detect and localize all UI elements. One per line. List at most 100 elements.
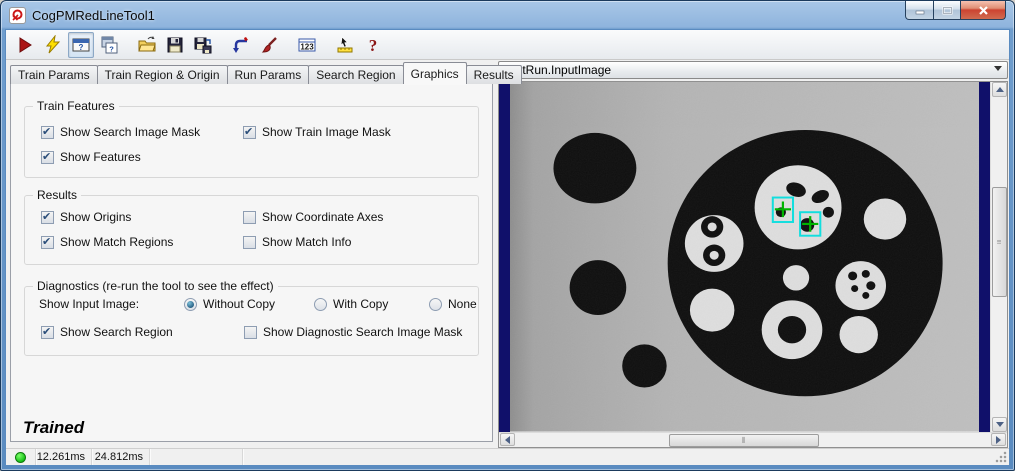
groupbox-title: Train Features	[33, 99, 119, 113]
checkbox-label: Show Coordinate Axes	[262, 210, 383, 224]
tab-results[interactable]: Results	[466, 65, 522, 84]
radio-none[interactable]: None	[429, 297, 477, 311]
checkbox-show-diagnostic-search-image-mask[interactable]: Show Diagnostic Search Image Mask	[244, 325, 478, 339]
status-green-dot-icon	[15, 452, 26, 463]
edit-script-button[interactable]	[256, 32, 282, 58]
run-button[interactable]	[12, 32, 38, 58]
vertical-scroll-thumb[interactable]: ≡	[992, 187, 1007, 297]
radio-circle	[429, 298, 442, 311]
checkbox-box	[41, 236, 54, 249]
checkbox-show-search-region[interactable]: Show Search Region	[41, 325, 244, 339]
record-select-dropdown[interactable]: LastRun.InputImage	[498, 61, 1008, 79]
run-time-panel: 12.261ms	[36, 449, 92, 465]
trained-status-text: Trained	[23, 418, 84, 438]
train-features-groupbox: Train Features Show Search Image Mask Sh…	[24, 106, 479, 178]
svg-text:?: ?	[109, 44, 114, 53]
radio-circle	[184, 298, 197, 311]
checkbox-box	[41, 126, 54, 139]
checkbox-label: Show Train Image Mask	[262, 125, 391, 139]
diagnostics-groupbox: Diagnostics (re-run the tool to see the …	[24, 286, 479, 356]
radio-label: With Copy	[333, 297, 388, 311]
reset-button[interactable]	[228, 32, 254, 58]
radio-without-copy[interactable]: Without Copy	[184, 297, 314, 311]
float-window-button[interactable]: ?	[68, 32, 94, 58]
show-input-image-label: Show Input Image:	[39, 297, 184, 311]
close-button[interactable]	[961, 1, 1006, 20]
show-values-button[interactable]: 123	[294, 32, 320, 58]
pointer-measure-button[interactable]	[332, 32, 358, 58]
checkbox-show-search-image-mask[interactable]: Show Search Image Mask	[41, 125, 243, 139]
float-window-icon: ?	[71, 35, 91, 55]
scroll-left-button[interactable]	[500, 433, 515, 446]
title-bar[interactable]: CogPMRedLineTool1	[1, 1, 1014, 29]
params-panel: Train Params Train Region & Origin Run P…	[6, 60, 497, 448]
tab-run-params[interactable]: Run Params	[227, 65, 310, 84]
pointer-measure-icon	[335, 35, 355, 55]
total-time-panel: 24.812ms	[92, 449, 150, 465]
horizontal-scrollbar[interactable]: ⦀	[499, 432, 1007, 447]
status-spacer-panel	[150, 449, 243, 465]
groupbox-title: Diagnostics (re-run the tool to see the …	[33, 279, 278, 293]
scroll-right-button[interactable]	[991, 433, 1006, 446]
maximize-button[interactable]	[934, 1, 961, 20]
input-image-view[interactable]	[510, 82, 979, 432]
radio-label: Without Copy	[203, 297, 275, 311]
checkbox-show-origins[interactable]: Show Origins	[41, 210, 243, 224]
tab-train-region-origin[interactable]: Train Region & Origin	[97, 65, 228, 84]
app-window: CogPMRedLineTool1	[0, 0, 1015, 471]
save-icon	[165, 35, 185, 55]
run-once-button[interactable]	[40, 32, 66, 58]
svg-text:?: ?	[79, 43, 84, 52]
tab-search-region[interactable]: Search Region	[308, 65, 403, 84]
input-image	[510, 82, 979, 432]
checkbox-show-match-info[interactable]: Show Match Info	[243, 235, 478, 249]
graphics-tab-page: Train Features Show Search Image Mask Sh…	[10, 83, 493, 442]
checkbox-show-coordinate-axes[interactable]: Show Coordinate Axes	[243, 210, 478, 224]
status-indicator-panel	[6, 449, 36, 465]
edit-script-icon	[259, 35, 279, 55]
vertical-scrollbar[interactable]: ≡	[990, 82, 1007, 432]
checkbox-box	[243, 236, 256, 249]
checkbox-label: Show Origins	[60, 210, 131, 224]
scroll-down-button[interactable]	[992, 417, 1007, 432]
checkbox-label: Show Search Image Mask	[60, 125, 200, 139]
copy-window-icon: ?	[99, 35, 119, 55]
checkbox-label: Show Diagnostic Search Image Mask	[263, 325, 462, 339]
checkbox-show-features[interactable]: Show Features	[41, 150, 243, 164]
tab-strip: Train Params Train Region & Origin Run P…	[6, 62, 497, 84]
run-time-value: 12.261ms	[37, 451, 85, 463]
status-bar: 12.261ms 24.812ms	[6, 448, 1009, 465]
checkbox-label: Show Match Info	[262, 235, 351, 249]
help-button[interactable]: ?	[360, 32, 386, 58]
open-file-button[interactable]	[134, 32, 160, 58]
radio-with-copy[interactable]: With Copy	[314, 297, 429, 311]
horizontal-scroll-thumb[interactable]: ⦀	[669, 434, 819, 447]
checkbox-box	[244, 326, 257, 339]
tab-graphics[interactable]: Graphics	[403, 62, 467, 84]
radio-circle	[314, 298, 327, 311]
tab-train-params[interactable]: Train Params	[10, 65, 98, 84]
save-as-button[interactable]	[190, 32, 216, 58]
checkbox-label: Show Match Regions	[60, 235, 173, 249]
copy-window-button[interactable]: ?	[96, 32, 122, 58]
image-display: ≡ ⦀	[498, 81, 1008, 448]
toolbar: ? ?	[6, 30, 1009, 60]
checkbox-box	[243, 126, 256, 139]
run-icon	[15, 35, 35, 55]
scroll-up-button[interactable]	[992, 82, 1007, 97]
window-title: CogPMRedLineTool1	[32, 8, 155, 23]
checkbox-label: Show Features	[60, 150, 141, 164]
help-icon: ?	[363, 35, 383, 55]
save-button[interactable]	[162, 32, 188, 58]
image-left-border	[499, 82, 510, 432]
minimize-button[interactable]	[905, 1, 934, 20]
checkbox-box	[243, 211, 256, 224]
checkbox-show-train-image-mask[interactable]: Show Train Image Mask	[243, 125, 478, 139]
checkbox-box	[41, 326, 54, 339]
checkbox-show-match-regions[interactable]: Show Match Regions	[41, 235, 243, 249]
resize-grip[interactable]	[995, 451, 1007, 463]
save-as-icon	[193, 35, 213, 55]
reset-icon	[231, 35, 251, 55]
radio-label: None	[448, 297, 477, 311]
show-values-icon: 123	[297, 35, 317, 55]
